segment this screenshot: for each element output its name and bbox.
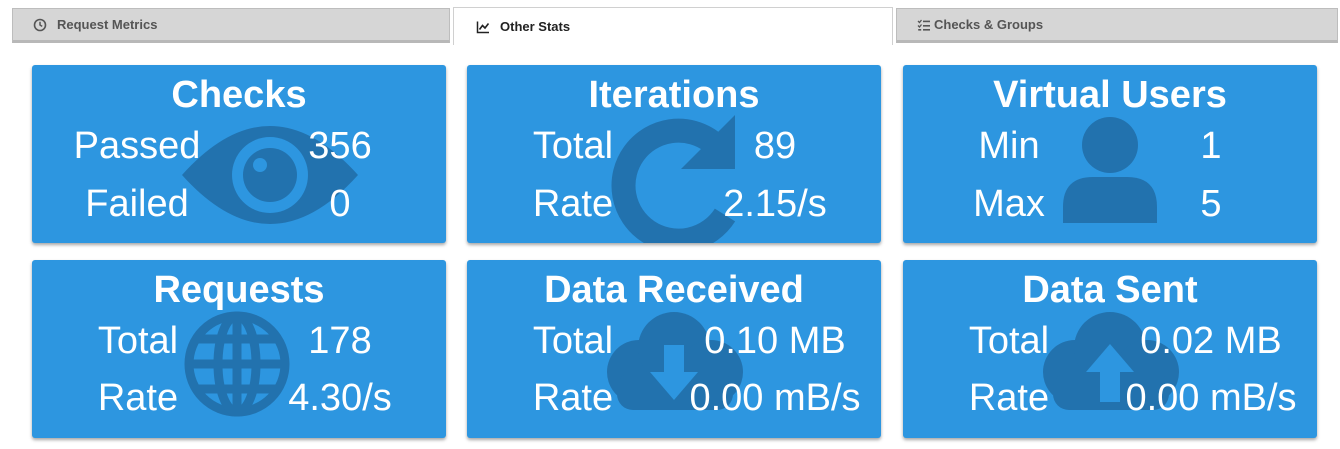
tab-bar: Request Metrics Other Stats Checks & Gro… [0,0,1340,46]
tab-other-stats[interactable]: Other Stats [453,7,893,45]
stat-label: Rate [532,377,614,419]
iterations-card: Iterations Total 89 Rate 2.15/s [467,65,881,243]
stat-label: Rate [97,377,179,419]
stat-label: Total [532,125,614,167]
requests-card: Requests Total 178 Rate 4.30/s [32,260,446,438]
stat-value: 2.15/s [723,183,827,225]
stat-value: 89 [753,125,797,167]
tab-label: Checks & Groups [934,17,1044,32]
card-title: Checks [171,74,307,116]
stat-label: Max [973,183,1045,225]
stat-value: 1 [1200,125,1222,167]
stat-label: Failed [85,183,189,225]
stat-value: 4.30/s [288,377,392,419]
card-title: Virtual Users [993,74,1227,116]
stat-value: 0.10 MB [704,320,846,362]
stat-value: 0.00 mB/s [689,377,861,419]
checks-card: Checks Passed 356 Failed 0 [32,65,446,243]
tab-label: Other Stats [500,19,571,34]
data-received-card: Data Received Total 0.10 MB Rate 0.00 mB… [467,260,881,438]
data-sent-card: Data Sent Total 0.02 MB Rate 0.00 mB/s [903,260,1317,438]
tab-checks-groups[interactable]: Checks & Groups [896,8,1338,43]
virtual-users-card: Virtual Users Min 1 Max 5 [903,65,1317,243]
chart-line-icon [476,21,490,33]
stat-label: Total [97,320,179,362]
card-title: Iterations [588,74,760,116]
tab-label: Request Metrics [57,17,158,32]
stat-label: Rate [532,183,614,225]
stat-value: 0 [329,183,351,225]
card-title: Requests [153,269,325,311]
stat-value: 5 [1200,183,1222,225]
stat-label: Min [978,125,1040,167]
stat-value: 0.02 MB [1140,320,1282,362]
stat-label: Total [532,320,614,362]
card-title: Data Sent [1022,269,1198,311]
stat-label: Passed [73,125,201,167]
checklist-icon [917,19,930,31]
stat-label: Total [968,320,1050,362]
stat-value: 0.00 mB/s [1125,377,1297,419]
card-title: Data Received [544,269,804,311]
stat-value: 178 [308,320,372,362]
stat-label: Rate [968,377,1050,419]
clock-icon [33,18,47,31]
stat-value: 356 [308,125,372,167]
tab-request-metrics[interactable]: Request Metrics [12,8,450,43]
